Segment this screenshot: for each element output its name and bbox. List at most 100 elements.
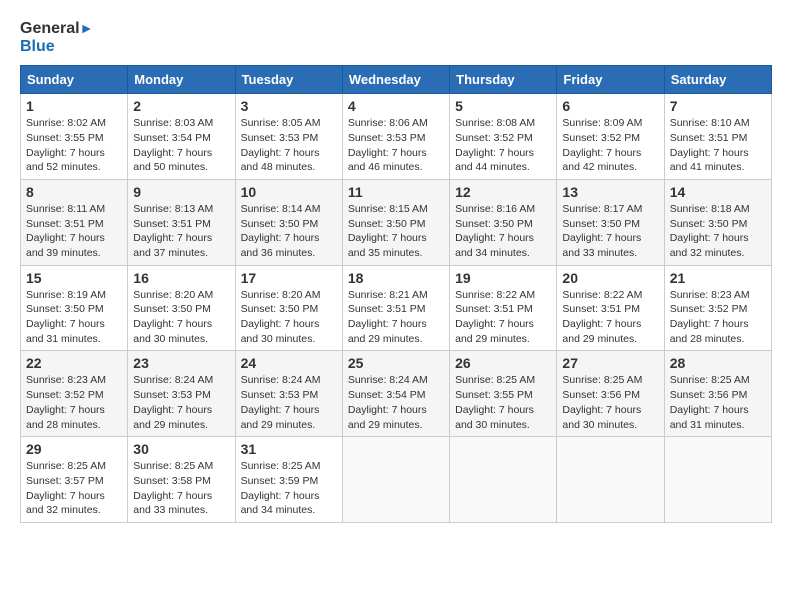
calendar-cell: 25Sunrise: 8:24 AMSunset: 3:54 PMDayligh…: [342, 351, 449, 437]
day-info: Sunrise: 8:17 AMSunset: 3:50 PMDaylight:…: [562, 202, 658, 261]
calendar-cell: 14 Sunrise: 8:18 AMSunset: 3:50 PMDayligh…: [664, 179, 771, 265]
column-header-thursday: Thursday: [450, 66, 557, 94]
calendar-cell: 29Sunrise: 8:25 AMSunset: 3:57 PMDayligh…: [21, 437, 128, 523]
sunrise-text: Sunrise: 8:09 AM: [562, 117, 642, 129]
day-number: 2: [133, 98, 229, 114]
sunset-text: Sunset: 3:51 PM: [455, 303, 533, 315]
day-info: Sunrise: 8:20 AM Sunset: 3:50 PM Daylight:…: [241, 288, 337, 347]
sunset-text: Sunset: 3:56 PM: [562, 389, 640, 401]
sunrise-text: Sunrise: 8:24 AM: [133, 374, 213, 386]
sunset-text: Sunset: 3:52 PM: [670, 303, 748, 315]
daylight-text: Daylight: 7 hours and 33 minutes.: [562, 232, 641, 259]
daylight-text: Daylight: 7 hours and 29 minutes.: [562, 318, 641, 345]
day-info: Sunrise: 8:18 AMSunset: 3:50 PMDaylight:…: [670, 202, 766, 261]
sunset-text: Sunset: 3:50 PM: [241, 303, 319, 315]
sunrise-text: Sunrise: 8:03 AM: [133, 117, 213, 129]
sunset-text: Sunset: 3:50 PM: [455, 218, 533, 230]
day-info: Sunrise: 8:25 AMSunset: 3:56 PMDaylight:…: [562, 373, 658, 432]
sunrise-text: Sunrise: 8:19 AM: [26, 289, 106, 301]
calendar-cell: 11Sunrise: 8:15 AMSunset: 3:50 PMDayligh…: [342, 179, 449, 265]
sunrise-text: Sunrise: 8:22 AM: [455, 289, 535, 301]
calendar-cell: 22Sunrise: 8:23 AMSunset: 3:52 PMDayligh…: [21, 351, 128, 437]
daylight-text: Daylight: 7 hours and 32 minutes.: [670, 232, 749, 259]
daylight-text: Daylight: 7 hours and 37 minutes.: [133, 232, 212, 259]
calendar-cell: 30Sunrise: 8:25 AMSunset: 3:58 PMDayligh…: [128, 437, 235, 523]
sunset-text: Sunset: 3:51 PM: [26, 218, 104, 230]
sunrise-text: Sunrise: 8:16 AM: [455, 203, 535, 215]
day-info: Sunrise: 8:20 AMSunset: 3:50 PMDaylight:…: [133, 288, 229, 347]
sunset-text: Sunset: 3:57 PM: [26, 475, 104, 487]
column-header-tuesday: Tuesday: [235, 66, 342, 94]
page-header: General► Blue: [20, 20, 772, 55]
day-info: Sunrise: 8:05 AMSunset: 3:53 PMDaylight:…: [241, 116, 337, 175]
calendar-cell: 6Sunrise: 8:09 AMSunset: 3:52 PMDaylight…: [557, 94, 664, 180]
day-info: Sunrise: 8:14 AMSunset: 3:50 PMDaylight:…: [241, 202, 337, 261]
calendar-cell: 1Sunrise: 8:02 AMSunset: 3:55 PMDaylight…: [21, 94, 128, 180]
daylight-text: Daylight: 7 hours and 28 minutes.: [670, 318, 749, 345]
daylight-text: Daylight: 7 hours and 46 minutes.: [348, 147, 427, 174]
day-number: 1: [26, 98, 122, 114]
sunset-text: Sunset: 3:51 PM: [670, 132, 748, 144]
day-number: 14: [670, 184, 766, 200]
sunrise-text: Sunrise: 8:23 AM: [670, 289, 750, 301]
daylight-text: Daylight: 7 hours and 41 minutes.: [670, 147, 749, 174]
day-number: 20: [562, 270, 658, 286]
daylight-text: Daylight: 7 hours and 30 minutes.: [241, 318, 320, 345]
day-number: 8: [26, 184, 122, 200]
sunset-text: Sunset: 3:54 PM: [348, 389, 426, 401]
day-info: Sunrise: 8:25 AMSunset: 3:55 PMDaylight:…: [455, 373, 551, 432]
day-number: 18: [348, 270, 444, 286]
day-number: 25: [348, 355, 444, 371]
daylight-text: Daylight: 7 hours and 39 minutes.: [26, 232, 105, 259]
day-number: 24: [241, 355, 337, 371]
column-header-wednesday: Wednesday: [342, 66, 449, 94]
calendar-cell: 17Sunrise: 8:20 AMSunset: 3:50 PMDayligh…: [235, 265, 342, 351]
sunset-text: Sunset: 3:51 PM: [562, 303, 640, 315]
calendar-cell: 27Sunrise: 8:25 AMSunset: 3:56 PMDayligh…: [557, 351, 664, 437]
calendar-cell: 28Sunrise: 8:25 AMSunset: 3:56 PMDayligh…: [664, 351, 771, 437]
calendar-week-row: 8 Sunrise: 8:11 AMSunset: 3:51 PMDaylight…: [21, 179, 772, 265]
day-number: 16: [133, 270, 229, 286]
daylight-text: Daylight: 7 hours and 35 minutes.: [348, 232, 427, 259]
day-info: Sunrise: 8:10 AM Sunset: 3:51 PM Daylight:…: [670, 116, 766, 175]
day-number: 7: [670, 98, 766, 114]
sunrise-text: Sunrise: 8:05 AM: [241, 117, 321, 129]
sunset-text: Sunset: 3:58 PM: [133, 475, 211, 487]
day-info: Sunrise: 8:11 AMSunset: 3:51 PMDaylight:…: [26, 202, 122, 261]
day-number: 11: [348, 184, 444, 200]
sunset-text: Sunset: 3:52 PM: [455, 132, 533, 144]
calendar-week-row: 15Sunrise: 8:19 AMSunset: 3:50 PMDayligh…: [21, 265, 772, 351]
calendar-cell: 9Sunrise: 8:13 AMSunset: 3:51 PMDaylight…: [128, 179, 235, 265]
calendar-week-row: 29Sunrise: 8:25 AMSunset: 3:57 PMDayligh…: [21, 437, 772, 523]
sunset-text: Sunset: 3:50 PM: [562, 218, 640, 230]
calendar-cell: 5Sunrise: 8:08 AMSunset: 3:52 PMDaylight…: [450, 94, 557, 180]
sunset-text: Sunset: 3:50 PM: [133, 303, 211, 315]
calendar-cell: 13Sunrise: 8:17 AMSunset: 3:50 PMDayligh…: [557, 179, 664, 265]
sunrise-text: Sunrise: 8:10 AM: [670, 117, 750, 129]
calendar-cell: 18Sunrise: 8:21 AMSunset: 3:51 PMDayligh…: [342, 265, 449, 351]
day-number: 21: [670, 270, 766, 286]
day-number: 23: [133, 355, 229, 371]
sunset-text: Sunset: 3:52 PM: [562, 132, 640, 144]
sunrise-text: Sunrise: 8:20 AM: [241, 289, 321, 301]
sunrise-text: Sunrise: 8:02 AM: [26, 117, 106, 129]
day-number: 26: [455, 355, 551, 371]
calendar-cell: 4Sunrise: 8:06 AMSunset: 3:53 PMDaylight…: [342, 94, 449, 180]
sunset-text: Sunset: 3:51 PM: [133, 218, 211, 230]
sunset-text: Sunset: 3:53 PM: [133, 389, 211, 401]
calendar-header-row: SundayMondayTuesdayWednesdayThursdayFrid…: [21, 66, 772, 94]
calendar-cell: 16 Sunrise: 8:20 AMSunset: 3:50 PMDayligh…: [128, 265, 235, 351]
daylight-text: Daylight: 7 hours and 29 minutes.: [133, 404, 212, 431]
day-number: 28: [670, 355, 766, 371]
day-number: 31: [241, 441, 337, 457]
day-info: Sunrise: 8:09 AMSunset: 3:52 PMDaylight:…: [562, 116, 658, 175]
day-info: Sunrise: 8:06 AMSunset: 3:53 PMDaylight:…: [348, 116, 444, 175]
calendar-cell: 12Sunrise: 8:16 AMSunset: 3:50 PMDayligh…: [450, 179, 557, 265]
sunset-text: Sunset: 3:55 PM: [26, 132, 104, 144]
day-info: Sunrise: 8:25 AMSunset: 3:58 PMDaylight:…: [133, 459, 229, 518]
sunset-text: Sunset: 3:50 PM: [26, 303, 104, 315]
day-info: Sunrise: 8:24 AMSunset: 3:53 PMDaylight:…: [241, 373, 337, 432]
calendar-cell: 19Sunrise: 8:22 AMSunset: 3:51 PMDayligh…: [450, 265, 557, 351]
calendar-cell: 15Sunrise: 8:19 AMSunset: 3:50 PMDayligh…: [21, 265, 128, 351]
sunset-text: Sunset: 3:50 PM: [241, 218, 319, 230]
